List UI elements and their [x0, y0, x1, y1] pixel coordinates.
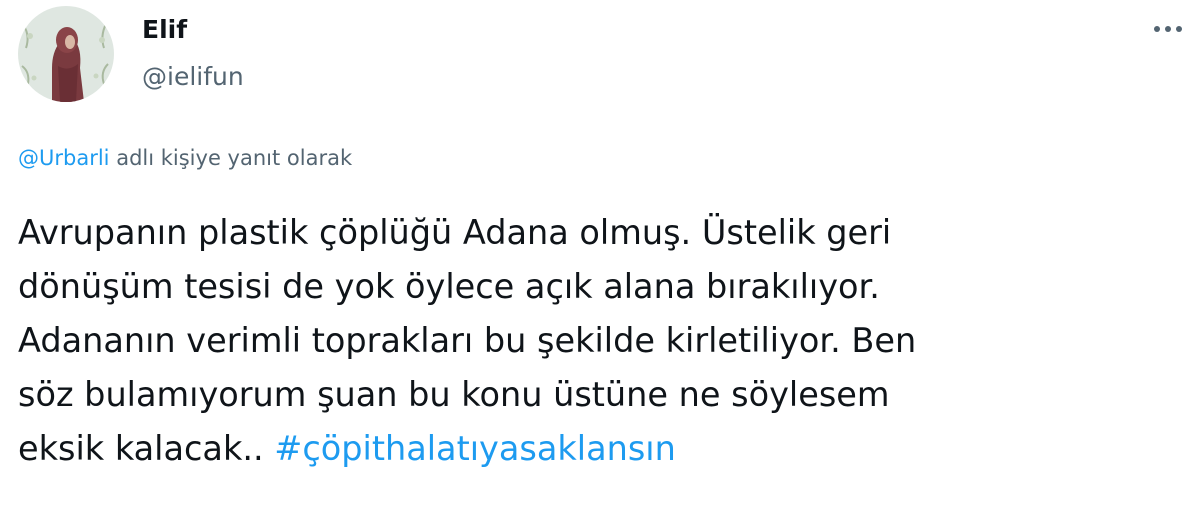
tweet-text: Avrupanın plastik çöplüğü Adana olmuş. Ü…	[18, 206, 1188, 476]
more-button[interactable]	[1148, 14, 1188, 44]
author-handle[interactable]: @ielifun	[142, 62, 244, 91]
tweet-text-line: dönüşüm tesisi de yok öylece açık alana …	[18, 267, 880, 306]
tweet-text-line: Adananın verimli toprakları bu şekilde k…	[18, 321, 917, 360]
more-horizontal-icon	[1154, 26, 1182, 32]
author-display-name[interactable]: Elif	[142, 15, 187, 44]
tweet-text-segment: eksik kalacak..	[18, 429, 264, 468]
user-avatar-photo	[18, 6, 114, 102]
tweet-text-line-last: eksik kalacak.. #çöpithalatıyasaklansın	[18, 422, 1188, 476]
avatar[interactable]	[18, 6, 114, 102]
reply-mention-link[interactable]: @Urbarli	[18, 146, 110, 170]
tweet-text-line: söz bulamıyorum şuan bu konu üstüne ne s…	[18, 375, 890, 414]
reply-context-text: adlı kişiye yanıt olarak	[116, 146, 353, 170]
reply-context: @Urbarli adlı kişiye yanıt olarak	[18, 146, 352, 170]
hashtag-link[interactable]: #çöpithalatıyasaklansın	[274, 429, 676, 468]
tweet-text-line: Avrupanın plastik çöplüğü Adana olmuş. Ü…	[18, 213, 892, 252]
